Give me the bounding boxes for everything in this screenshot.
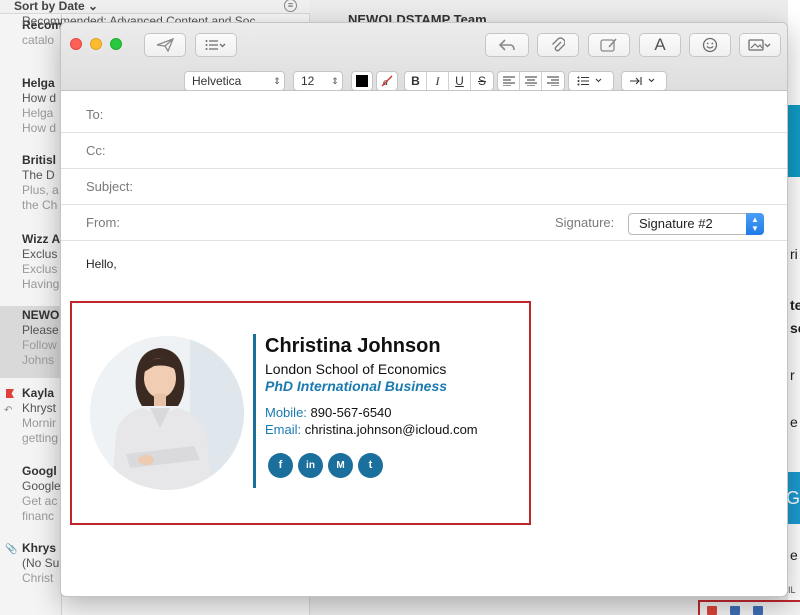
linkedin-icon[interactable]: in <box>298 453 323 478</box>
list-item[interactable]: Wizz A Exclus Exclus Having <box>0 232 61 300</box>
compose-toolbar: A Helvetica ⇕ 12 ⇕ a B I U S <box>61 23 787 91</box>
send-icon <box>156 38 174 52</box>
indent-select[interactable] <box>621 71 667 91</box>
attach-icon <box>552 37 565 52</box>
to-field[interactable]: To: <box>61 97 787 133</box>
indent-icon <box>630 77 655 85</box>
list-item[interactable]: 📎 Khrys (No Su Christ <box>0 541 61 601</box>
attach-button[interactable] <box>537 33 579 57</box>
minimize-window-button[interactable] <box>90 38 102 50</box>
text-color-button[interactable] <box>351 71 373 91</box>
reading-pane-text: te <box>790 297 800 313</box>
no-highlight-icon: a <box>381 75 393 87</box>
reply-button[interactable] <box>485 33 529 57</box>
photo-browser-button[interactable] <box>739 33 781 57</box>
compose-window: A Helvetica ⇕ 12 ⇕ a B I U S <box>60 22 788 597</box>
profile-photo <box>90 336 244 490</box>
markup-icon <box>600 38 617 52</box>
signature-mobile: Mobile: 890-567-6540 <box>265 405 392 420</box>
signature-label: Signature: <box>555 215 615 230</box>
list-item[interactable]: ↶ Kayla Khryst Mornir getting <box>0 386 61 454</box>
email-signature: Christina Johnson London School of Econo… <box>70 301 531 525</box>
emoji-icon <box>702 37 718 53</box>
list-item[interactable]: Googl Google Get ac financ <box>0 464 61 532</box>
signature-school: London School of Economics <box>265 361 447 377</box>
emoji-button[interactable] <box>689 33 731 57</box>
align-left-icon <box>502 76 515 86</box>
from-field[interactable]: From: Signature: Signature #2 ▲ ▼ <box>61 205 787 241</box>
italic-button[interactable]: I <box>427 72 449 90</box>
flag-icon <box>6 389 14 398</box>
list-icon <box>205 40 226 50</box>
list-item[interactable]: Helga How d Helga How d <box>0 76 61 144</box>
list-style-select[interactable] <box>568 71 614 91</box>
align-center-button[interactable] <box>520 72 542 90</box>
signature-app-bar <box>698 600 800 615</box>
portrait-image <box>90 336 244 490</box>
alignment-buttons <box>497 71 565 91</box>
attachment-icon: 📎 <box>5 544 18 555</box>
message-list: Recom catalo Helga How d Helga How d Bri… <box>0 0 62 615</box>
close-window-button[interactable] <box>70 38 82 50</box>
reading-pane-text: e <box>790 547 798 563</box>
stepper-icon: ⇕ <box>273 75 281 86</box>
align-right-button[interactable] <box>542 72 564 90</box>
reply-icon <box>498 39 515 51</box>
signature-select[interactable]: Signature #2 ▲ ▼ <box>628 213 764 235</box>
strikethrough-button[interactable]: S <box>471 72 493 90</box>
zoom-window-button[interactable] <box>110 38 122 50</box>
photo-icon <box>748 39 771 51</box>
bullet-list-icon <box>577 76 602 86</box>
subject-field[interactable]: Subject: <box>61 169 787 205</box>
highlight-color-button[interactable]: a <box>376 71 398 91</box>
header-fields-button[interactable] <box>195 33 237 57</box>
underline-button[interactable]: U <box>449 72 471 90</box>
align-center-icon <box>524 76 537 86</box>
chevron-updown-icon: ▲ ▼ <box>746 213 764 235</box>
bold-button[interactable]: B <box>405 72 427 90</box>
reading-pane-text: e <box>790 414 798 430</box>
markup-button[interactable] <box>588 33 630 57</box>
list-item-selected[interactable]: NEWO Please Follow Johns <box>0 306 61 378</box>
font-icon: A <box>654 35 666 54</box>
align-left-button[interactable] <box>498 72 520 90</box>
facebook-icon[interactable]: f <box>268 453 293 478</box>
cc-field[interactable]: Cc: <box>61 133 787 169</box>
filter-icon[interactable]: ≡ <box>284 0 297 12</box>
outlook-icon[interactable] <box>730 606 740 615</box>
signature-email: Email: christina.johnson@icloud.com <box>265 422 478 437</box>
reading-pane-text: ri <box>790 246 798 262</box>
align-right-icon <box>547 76 559 86</box>
signature-divider <box>253 334 256 488</box>
reply-indicator-icon: ↶ <box>4 405 13 416</box>
sort-bar[interactable]: Sort by Date ⌄ ≡ <box>0 0 310 14</box>
signature-name: Christina Johnson <box>265 335 441 357</box>
send-button[interactable] <box>144 33 186 57</box>
style-buttons: B I U S <box>404 71 494 91</box>
twitter-icon[interactable]: t <box>358 453 383 478</box>
reading-pane-text: r <box>790 367 795 383</box>
list-item[interactable]: Britisl The D Plus, a the Ch <box>0 153 61 221</box>
reading-pane-text: se <box>790 320 800 336</box>
apple-mail-icon[interactable] <box>753 606 763 615</box>
font-size-select[interactable]: 12 ⇕ <box>293 71 343 91</box>
font-family-select[interactable]: Helvetica ⇕ <box>184 71 285 91</box>
fonts-button[interactable]: A <box>639 33 681 57</box>
signature-title: PhD International Business <box>265 378 448 394</box>
stepper-icon: ⇕ <box>331 75 339 86</box>
gmail-icon[interactable] <box>707 606 717 615</box>
reading-pane-banner <box>786 105 800 177</box>
medium-icon[interactable]: M <box>328 453 353 478</box>
color-swatch <box>356 75 368 87</box>
message-body-text[interactable]: Hello, <box>86 257 117 271</box>
